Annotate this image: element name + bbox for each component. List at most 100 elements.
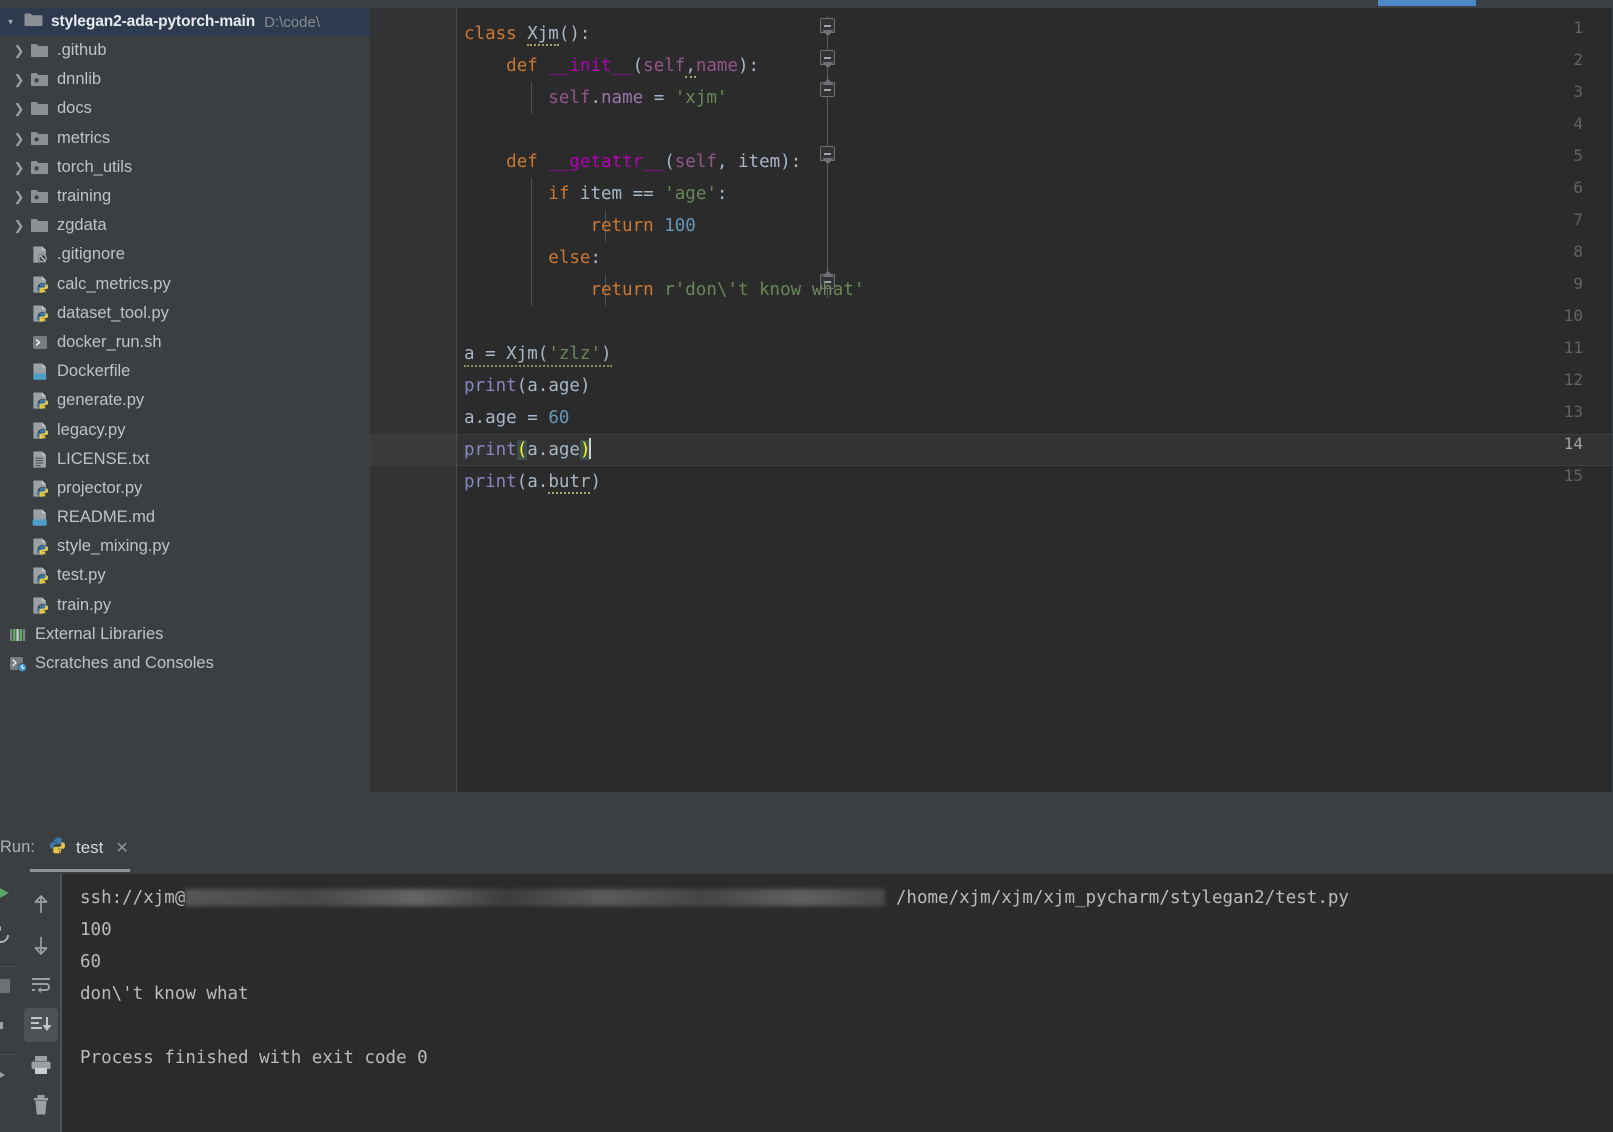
- folder-icon: [30, 216, 50, 235]
- chevron-right-icon[interactable]: ❯: [8, 219, 30, 232]
- expand-arrow-icon[interactable]: [0, 1066, 11, 1089]
- chevron-right-icon[interactable]: ❯: [8, 102, 30, 115]
- run-tool-window: Run: test ✕ ssh://xjm@ /home/xjm/xjm/xjm…: [0, 826, 1613, 1132]
- tree-item-zgdata[interactable]: ❯ zgdata: [0, 211, 370, 240]
- tree-item-label: torch_utils: [57, 157, 133, 176]
- code-line-12[interactable]: print(a.age): [457, 370, 1613, 402]
- run-tab-test[interactable]: test ✕: [40, 830, 137, 866]
- tree-item-label: External Libraries: [35, 624, 164, 643]
- console-line: don\'t know what: [80, 978, 1613, 1010]
- tree-item-label: LICENSE.txt: [57, 449, 150, 468]
- code-line-1[interactable]: class Xjm():: [457, 18, 1613, 50]
- code-line-4[interactable]: [457, 114, 1613, 146]
- tree-item-label: zgdata: [57, 216, 107, 235]
- current-line-gutter-highlight: [370, 434, 456, 466]
- python-file-icon: [30, 275, 50, 294]
- code-line-11[interactable]: a = Xjm('zlz'): [457, 338, 1613, 370]
- folder-icon: [24, 12, 43, 32]
- code-editor[interactable]: 1 2 3 4 5 6 7 8 9 10 11 12 13 14 15 class Xjm(): def _…: [370, 8, 1613, 792]
- soft-wrap-icon[interactable]: [24, 968, 58, 1002]
- chevron-down-icon[interactable]: ▾: [8, 17, 24, 28]
- console-text: ssh://xjm@: [80, 888, 186, 908]
- code-line-7[interactable]: return 100: [457, 210, 1613, 242]
- tree-item-external-libraries[interactable]: External Libraries: [0, 620, 370, 649]
- tree-item-metrics[interactable]: ❯ metrics: [0, 124, 370, 153]
- tree-item-dnnlib[interactable]: ❯ dnnlib: [0, 65, 370, 94]
- scroll-to-end-icon[interactable]: [24, 1008, 58, 1042]
- ide-window: ▾ stylegan2-ada-pytorch-main D:\code\ ❯.…: [0, 0, 1613, 1132]
- code-content[interactable]: class Xjm(): def __init__(self,name): se…: [457, 8, 1613, 792]
- python-file-icon: [30, 304, 50, 323]
- tree-item-calc-metrics-py[interactable]: calc_metrics.py: [0, 270, 370, 299]
- chevron-right-icon[interactable]: ❯: [8, 132, 30, 145]
- layout-icon[interactable]: [0, 1022, 11, 1044]
- chevron-right-icon[interactable]: ❯: [8, 73, 30, 86]
- run-window-label: Run:: [0, 838, 35, 856]
- folder-icon: [30, 99, 50, 118]
- console-text: 60: [80, 952, 102, 972]
- chevron-right-icon[interactable]: ❯: [8, 44, 30, 57]
- python-file-icon: [30, 566, 50, 585]
- tree-item-torch-utils[interactable]: ❯ torch_utils: [0, 153, 370, 182]
- code-line-15[interactable]: print(a.butr): [457, 466, 1613, 498]
- chevron-right-icon[interactable]: ❯: [8, 190, 30, 203]
- tree-item--gitignore[interactable]: .gitignore: [0, 240, 370, 269]
- tree-item--github[interactable]: ❯ .github: [0, 36, 370, 65]
- run-icon[interactable]: [0, 884, 12, 907]
- code-line-10[interactable]: [457, 306, 1613, 338]
- tree-item-docs[interactable]: ❯ docs: [0, 94, 370, 123]
- chevron-right-icon[interactable]: ❯: [8, 161, 30, 174]
- code-line-2[interactable]: def __init__(self,name):: [457, 50, 1613, 82]
- tree-item-legacy-py[interactable]: legacy.py: [0, 415, 370, 444]
- active-tab-indicator[interactable]: [1378, 0, 1476, 6]
- tree-item-dataset-tool-py[interactable]: dataset_tool.py: [0, 299, 370, 328]
- close-icon[interactable]: ✕: [115, 838, 128, 858]
- tree-item-training[interactable]: ❯ training: [0, 182, 370, 211]
- code-line-9[interactable]: return r'don\'t know what': [457, 274, 1613, 306]
- console-output[interactable]: ssh://xjm@ /home/xjm/xjm/xjm_pycharm/sty…: [62, 874, 1613, 1132]
- folder-python-icon: [30, 187, 50, 206]
- editor-gutter[interactable]: [370, 8, 456, 792]
- tree-item-docker-run-sh[interactable]: docker_run.sh: [0, 328, 370, 357]
- tree-item-generate-py[interactable]: generate.py: [0, 386, 370, 415]
- console-line: 100: [80, 914, 1613, 946]
- code-line-8[interactable]: else:: [457, 242, 1613, 274]
- project-tree: ❯ .github ❯ dnnlib ❯ docs ❯ metrics ❯ torch_utils…: [0, 36, 370, 678]
- tree-item-style-mixing-py[interactable]: style_mixing.py: [0, 532, 370, 561]
- up-arrow-icon[interactable]: [24, 888, 58, 922]
- tree-item-label: style_mixing.py: [57, 537, 170, 556]
- code-line-6[interactable]: if item == 'age':: [457, 178, 1613, 210]
- code-line-14[interactable]: print(a.age): [457, 434, 1613, 466]
- editor-bottom-edge: [370, 792, 1613, 826]
- code-line-3[interactable]: self.name = 'xjm': [457, 82, 1613, 114]
- tree-item-label: train.py: [57, 595, 112, 614]
- code-line-13[interactable]: a.age = 60: [457, 402, 1613, 434]
- tree-item-projector-py[interactable]: projector.py: [0, 474, 370, 503]
- tree-item-readme-md[interactable]: README.md: [0, 503, 370, 532]
- tree-item-label: dnnlib: [57, 70, 102, 89]
- console-text: don\'t know what: [80, 984, 249, 1004]
- down-arrow-icon[interactable]: [24, 928, 58, 962]
- console-line: Process finished with exit code 0: [80, 1042, 1613, 1074]
- print-icon[interactable]: [24, 1048, 58, 1082]
- tree-item-train-py[interactable]: train.py: [0, 591, 370, 620]
- tree-item-scratches-and-consoles[interactable]: Scratches and Consoles: [0, 649, 370, 678]
- tree-item-test-py[interactable]: test.py: [0, 561, 370, 590]
- code-line-5[interactable]: def __getattr__(self, item):: [457, 146, 1613, 178]
- tree-item-label: dataset_tool.py: [57, 303, 169, 322]
- toolbar-divider: [0, 966, 16, 967]
- trash-icon[interactable]: [24, 1088, 58, 1122]
- rerun-icon[interactable]: [0, 926, 10, 949]
- tree-item-license-txt[interactable]: LICENSE.txt: [0, 445, 370, 474]
- project-root-row[interactable]: ▾ stylegan2-ada-pytorch-main D:\code\: [0, 8, 370, 36]
- tree-item-label: Scratches and Consoles: [35, 654, 214, 673]
- tree-item-dockerfile[interactable]: Dockerfile: [0, 357, 370, 386]
